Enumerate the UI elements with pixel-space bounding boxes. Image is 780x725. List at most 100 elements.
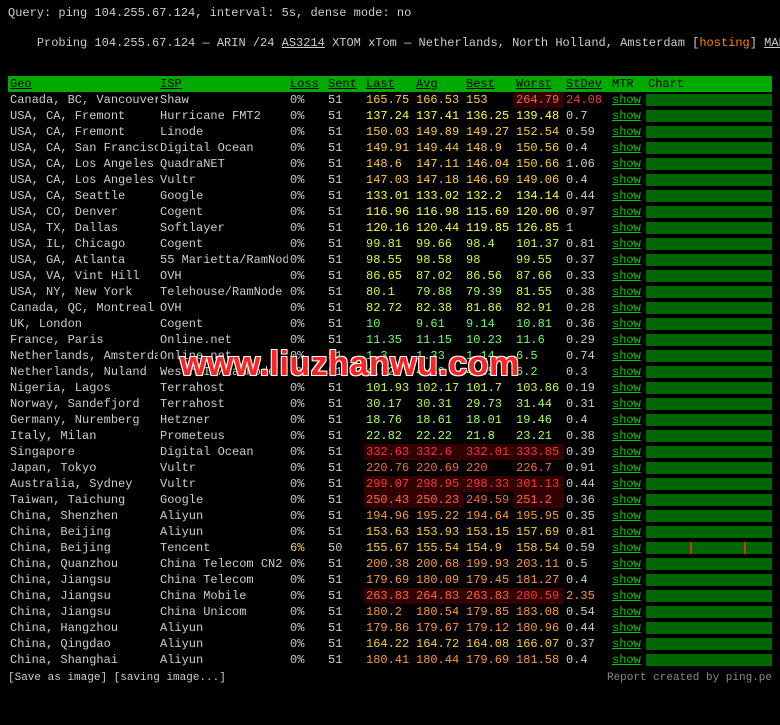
cell-geo: Nigeria, Lagos [8,380,158,396]
mtr-show-link[interactable]: show [610,236,646,252]
mtr-show-link[interactable]: show [610,412,646,428]
table-row: China, HangzhouAliyun0%51179.86179.67179… [8,620,772,636]
mtr-show-link[interactable]: show [610,460,646,476]
mtr-show-link[interactable]: show [610,172,646,188]
mtr-show-link[interactable]: show [610,188,646,204]
col-best[interactable]: Best [464,76,514,92]
cell-geo: China, Quanzhou [8,556,158,572]
mtr-show-link[interactable]: show [610,396,646,412]
mtr-show-link[interactable]: show [610,140,646,156]
cell-avg: 166.53 [414,92,464,108]
mtr-show-link[interactable]: show [610,428,646,444]
cell-avg: 1.33 [414,348,464,364]
cell-sent: 51 [326,572,364,588]
table-row: China, QingdaoAliyun0%51164.22164.72164.… [8,636,772,652]
mtr-show-link[interactable]: show [610,572,646,588]
cell-stdev: 0.37 [564,252,610,268]
col-stdev[interactable]: StDev [564,76,610,92]
mtr-show-link[interactable]: show [610,444,646,460]
mtr-show-link[interactable]: show [610,332,646,348]
mtr-show-link[interactable]: show [610,636,646,652]
cell-worst: 11.6 [514,332,564,348]
mtr-show-link[interactable]: show [610,220,646,236]
chart-cell [646,412,772,428]
cell-sent: 51 [326,396,364,412]
table-row: USA, NY, New YorkTelehouse/RamNode0%5180… [8,284,772,300]
mtr-show-link[interactable]: show [610,348,646,364]
cell-worst: 333.85 [514,444,564,460]
cell-worst: 181.58 [514,652,564,668]
cell-avg: 180.44 [414,652,464,668]
mtr-show-link[interactable]: show [610,268,646,284]
cell-stdev: 0.4 [564,140,610,156]
cell-loss: 0% [288,492,326,508]
cell-loss: 0% [288,508,326,524]
mtr-show-link[interactable]: show [610,556,646,572]
col-geo[interactable]: Geo [8,76,158,92]
mtr-show-link[interactable]: show [610,380,646,396]
table-row: Canada, QC, MontrealOVH0%5182.7282.3881.… [8,300,772,316]
col-worst[interactable]: Worst [514,76,564,92]
col-isp[interactable]: ISP [158,76,288,92]
mtr-show-link[interactable]: show [610,92,646,108]
save-as-image-link[interactable]: Save as image [15,672,101,684]
col-loss[interactable]: Loss [288,76,326,92]
mtr-show-link[interactable]: show [610,252,646,268]
mtr-show-link[interactable]: show [610,316,646,332]
cell-best: 154.9 [464,540,514,556]
map-link[interactable]: MAP [764,36,780,50]
mtr-show-link[interactable]: show [610,540,646,556]
mtr-show-link[interactable]: show [610,508,646,524]
cell-stdev: 1.06 [564,156,610,172]
as-link[interactable]: AS3214 [282,36,325,50]
mtr-show-link[interactable]: show [610,492,646,508]
cell-worst: 82.91 [514,300,564,316]
cell-loss: 0% [288,524,326,540]
cell-geo: Canada, QC, Montreal [8,300,158,316]
chart-cell [646,252,772,268]
cell-best: 146.04 [464,156,514,172]
chart-cell [646,460,772,476]
mtr-show-link[interactable]: show [610,620,646,636]
cell-stdev: 0.7 [564,108,610,124]
cell-best: 101.7 [464,380,514,396]
cell-worst: 10.81 [514,316,564,332]
chart-cell [646,300,772,316]
mtr-show-link[interactable]: show [610,204,646,220]
cell-isp: OVH [158,300,288,316]
mtr-show-link[interactable]: show [610,604,646,620]
cell-last: 82.72 [364,300,414,316]
cell-geo: Singapore [8,444,158,460]
cell-best: 153 [464,92,514,108]
mtr-show-link[interactable]: show [610,364,646,380]
col-avg[interactable]: Avg [414,76,464,92]
mtr-show-link[interactable]: show [610,524,646,540]
cell-stdev: 2.35 [564,588,610,604]
mtr-show-link[interactable]: show [610,588,646,604]
mtr-show-link[interactable]: show [610,108,646,124]
cell-sent: 51 [326,588,364,604]
cell-best: 179.85 [464,604,514,620]
table-row: China, ShanghaiAliyun0%51180.41180.44179… [8,652,772,668]
cell-isp: Hetzner [158,412,288,428]
cell-best: 249.59 [464,492,514,508]
cell-last: 22.82 [364,428,414,444]
cell-worst: 19.46 [514,412,564,428]
mtr-show-link[interactable]: show [610,652,646,668]
cell-geo: Japan, Tokyo [8,460,158,476]
col-last[interactable]: Last [364,76,414,92]
mtr-show-link[interactable]: show [610,284,646,300]
cell-sent: 51 [326,188,364,204]
cell-best: 18.01 [464,412,514,428]
mtr-show-link[interactable]: show [610,124,646,140]
mtr-show-link[interactable]: show [610,156,646,172]
col-sent[interactable]: Sent [326,76,364,92]
cell-isp: China Telecom [158,572,288,588]
table-row: Netherlands, AmsterdamOnline.net0%511.31… [8,348,772,364]
cell-loss: 0% [288,300,326,316]
mtr-show-link[interactable]: show [610,476,646,492]
cell-sent: 51 [326,92,364,108]
cell-stdev: 0.4 [564,652,610,668]
cell-last: 180.2 [364,604,414,620]
mtr-show-link[interactable]: show [610,300,646,316]
